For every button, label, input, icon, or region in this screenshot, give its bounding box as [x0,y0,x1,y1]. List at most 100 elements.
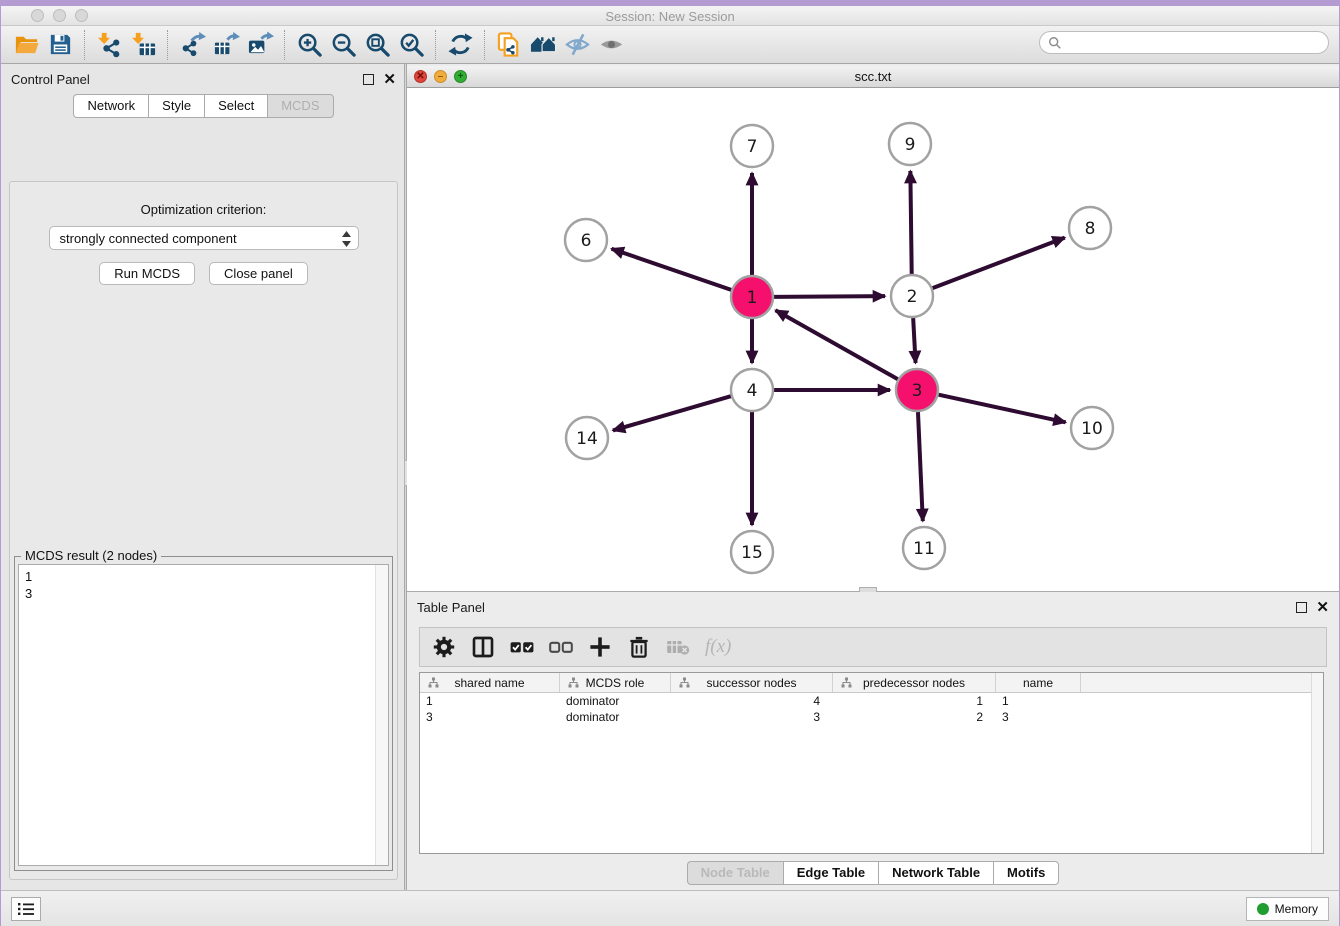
column-header-mcds-role[interactable]: MCDS role [560,673,671,692]
duplicate-network-button[interactable] [492,29,526,61]
tab-select[interactable]: Select [204,94,267,118]
run-mcds-button[interactable]: Run MCDS [99,262,195,285]
table-panel: Table Panel ✕ [407,592,1339,890]
zoom-in-button[interactable] [292,29,326,61]
open-session-button[interactable] [9,29,43,61]
deselect-all-button[interactable] [549,635,573,659]
import-table-icon [130,31,157,58]
select-all-button[interactable] [510,635,534,659]
list-icon [17,901,35,917]
optimization-criterion-label: Optimization criterion: [10,202,397,217]
tab-network-table[interactable]: Network Table [878,861,993,885]
tab-node-table[interactable]: Node Table [687,861,783,885]
table-row[interactable]: 3 dominator 3 2 3 [420,709,1323,725]
export-table-button[interactable] [209,29,243,61]
criterion-value: strongly connected component [60,231,237,246]
mcds-result-list[interactable]: 1 3 [18,564,389,866]
edge-1-2[interactable] [774,296,885,297]
table-row[interactable]: 1 dominator 4 1 1 [420,693,1323,709]
toolbar-separator [484,30,485,60]
network-window-titlebar[interactable]: ✕ – + scc.txt [407,66,1339,88]
zoom-fit-icon [364,31,391,58]
os-titlebar: Session: New Session [1,6,1339,26]
application-window: Session: New Session [0,0,1340,926]
close-table-panel-icon[interactable]: ✕ [1316,602,1329,613]
graph-node-label-11: 11 [913,539,935,559]
close-panel-icon[interactable]: ✕ [383,74,396,85]
main-toolbar [1,26,1339,64]
tab-network[interactable]: Network [73,94,148,118]
control-panel-tabs: Network Style Select MCDS [1,94,406,118]
refresh-icon [447,31,474,58]
toolbar-separator [284,30,285,60]
node-table[interactable]: shared name MCDS role successor nodes pr… [419,672,1324,854]
export-network-button[interactable] [175,29,209,61]
graph-node-label-6: 6 [581,231,592,251]
cell-successor-nodes: 4 [671,693,833,709]
add-column-button[interactable] [588,635,612,659]
search-input[interactable] [1039,31,1329,54]
delete-table-button[interactable] [666,635,690,659]
edge-3-1[interactable] [776,310,898,379]
home-houses-icon [530,31,557,58]
zoom-out-icon [330,31,357,58]
task-history-button[interactable] [11,897,41,921]
tab-edge-table[interactable]: Edge Table [783,861,878,885]
close-panel-button[interactable]: Close panel [209,262,308,285]
float-panel-icon[interactable] [363,74,374,85]
plus-icon [588,635,612,659]
delete-table-icon [666,635,690,659]
export-image-button[interactable] [243,29,277,61]
graph-node-label-3: 3 [912,381,923,401]
duplicate-network-icon [496,31,523,58]
import-table-button[interactable] [126,29,160,61]
show-graphics-details-button[interactable] [594,29,628,61]
column-header-successor-nodes[interactable]: successor nodes [671,673,833,692]
edge-2-9[interactable] [910,171,911,274]
network-graph[interactable]: 1234678910111415 [407,88,1340,591]
edge-3-10[interactable] [938,395,1065,423]
edge-3-11[interactable] [918,412,923,521]
search-icon [1048,36,1062,50]
column-header-shared-name[interactable]: shared name [420,673,560,692]
home-view-button[interactable] [526,29,560,61]
open-folder-icon [13,31,40,58]
edge-1-6[interactable] [612,249,732,290]
table-panel-title: Table Panel [417,600,485,615]
edge-2-3[interactable] [913,318,915,363]
zoom-out-button[interactable] [326,29,360,61]
table-settings-button[interactable] [432,635,456,659]
cell-mcds-role: dominator [560,709,671,725]
edge-4-14[interactable] [613,396,731,430]
export-table-icon [213,31,240,58]
result-line: 3 [25,585,382,602]
table-scrollbar[interactable] [1311,673,1323,853]
tab-style[interactable]: Style [148,94,204,118]
show-columns-button[interactable] [471,635,495,659]
edge-2-8[interactable] [933,238,1065,289]
tab-motifs[interactable]: Motifs [993,861,1059,885]
zoom-selected-button[interactable] [394,29,428,61]
refresh-view-button[interactable] [443,29,477,61]
table-panel-header: Table Panel ✕ [407,592,1339,622]
hide-graphics-details-button[interactable] [560,29,594,61]
result-scrollbar[interactable] [375,565,388,865]
toolbar-separator [435,30,436,60]
network-canvas[interactable]: 1234678910111415 [407,88,1339,591]
save-session-button[interactable] [43,29,77,61]
tab-mcds[interactable]: MCDS [267,94,333,118]
memory-button[interactable]: Memory [1246,897,1329,921]
delete-column-button[interactable] [627,635,651,659]
function-builder-button[interactable]: f(x) [705,636,731,658]
toolbar-separator [84,30,85,60]
columns-icon [471,635,495,659]
float-table-panel-icon[interactable] [1296,602,1307,613]
node-table-header: shared name MCDS role successor nodes pr… [420,673,1323,693]
column-header-predecessor-nodes[interactable]: predecessor nodes [833,673,996,692]
column-header-name[interactable]: name [996,673,1081,692]
import-network-button[interactable] [92,29,126,61]
hierarchy-icon [568,677,579,688]
cell-shared-name: 3 [420,709,560,725]
criterion-select[interactable]: strongly connected component [49,226,359,250]
zoom-fit-button[interactable] [360,29,394,61]
